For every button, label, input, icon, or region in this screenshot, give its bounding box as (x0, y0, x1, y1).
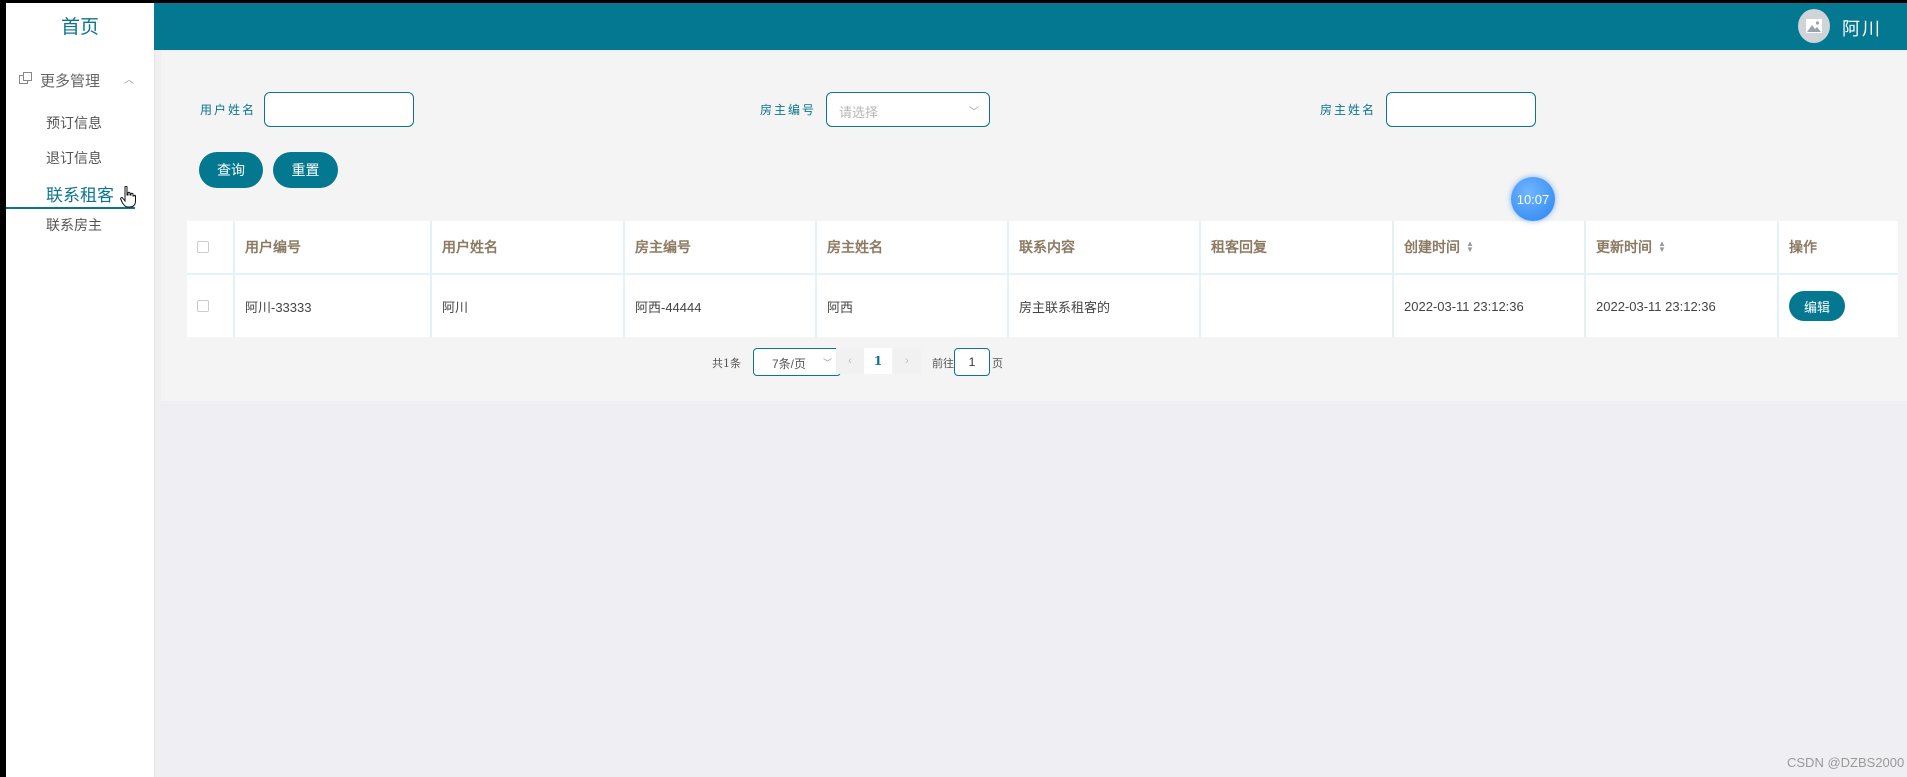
table-row-select (187, 275, 235, 337)
top-header: 阿川 (154, 3, 1907, 50)
goto-prefix: 前往 (932, 357, 954, 370)
cell-updated-time: 2022-03-11 23:12:36 (1586, 275, 1779, 337)
watermark: CSDN @DZBS2000 (1787, 755, 1905, 770)
user-name-label: 用户姓名 (200, 103, 257, 117)
cell-actions: 编辑 (1779, 275, 1898, 337)
col-owner-name: 房主姓名 (817, 221, 1009, 275)
col-user-name: 用户姓名 (432, 221, 625, 275)
cell-user-name: 阿川 (432, 275, 625, 337)
col-created-time[interactable]: 创建时间 ▲ ▼ (1394, 221, 1586, 275)
prev-page-button[interactable]: ‹ (836, 348, 864, 374)
owner-id-placeholder: 请选择 (839, 105, 879, 120)
cell-tenant-reply (1201, 275, 1394, 337)
sort-icon[interactable]: ▲ ▼ (1466, 240, 1474, 254)
chevron-down-icon: ﹀ (969, 107, 979, 118)
sidebar-item-booking-info[interactable]: 预订信息 (46, 113, 102, 133)
col-owner-id: 房主编号 (625, 221, 817, 275)
user-name-input[interactable] (264, 92, 414, 127)
username[interactable]: 阿川 (1842, 15, 1882, 41)
page-size-select[interactable]: 7条/页 ﹀ (753, 348, 841, 376)
menu-group-label: 更多管理 (40, 73, 101, 90)
reset-button[interactable]: 重置 (273, 152, 338, 188)
owner-id-label: 房主编号 (760, 103, 817, 117)
goto-page-input[interactable] (954, 348, 990, 376)
cell-owner-name: 阿西 (817, 275, 1009, 337)
sort-icon[interactable]: ▲ ▼ (1658, 240, 1666, 254)
col-contact-content: 联系内容 (1009, 221, 1201, 275)
col-updated-time[interactable]: 更新时间 ▲ ▼ (1586, 221, 1779, 275)
col-tenant-reply: 租客回复 (1201, 221, 1394, 275)
active-item-underline (6, 207, 135, 209)
goto-suffix: 页 (992, 357, 1003, 370)
data-table: 用户编号 用户姓名 房主编号 房主姓名 联系内容 租客回复 创建时间 ▲ ▼ 更新… (187, 221, 1898, 337)
cell-owner-id: 阿西-44444 (625, 275, 817, 337)
owner-name-label: 房主姓名 (1320, 103, 1377, 117)
avatar[interactable] (1798, 9, 1830, 43)
sidebar-item-contact-owner[interactable]: 联系房主 (46, 215, 102, 235)
image-icon (1806, 19, 1822, 33)
chevron-left-icon: ‹ (848, 355, 852, 367)
chevron-down-icon: ﹀ (822, 358, 832, 368)
query-button[interactable]: 查询 (199, 152, 263, 188)
pagination-total: 共1条 (712, 357, 741, 370)
cell-contact-content: 房主联系租客的 (1009, 275, 1201, 337)
cell-user-id: 阿川-33333 (235, 275, 432, 337)
table-header-select (187, 221, 235, 275)
page-number-current[interactable]: 1 (864, 348, 892, 374)
row-checkbox[interactable] (197, 300, 209, 312)
owner-id-select[interactable]: 请选择 ﹀ (826, 92, 990, 127)
floating-clock-widget[interactable]: 10:07 (1511, 177, 1555, 221)
col-actions: 操作 (1779, 221, 1898, 275)
chevron-up-icon: ︿ (124, 75, 134, 86)
col-created-time-label: 创建时间 (1404, 239, 1460, 255)
page-size-value: 7条/页 (772, 357, 807, 371)
copy-icon (19, 72, 32, 84)
sidebar-item-contact-tenant[interactable]: 联系租客 (46, 181, 114, 206)
home-link[interactable]: 首页 (6, 3, 154, 47)
sidebar-item-cancellation-info[interactable]: 退订信息 (46, 148, 102, 168)
edit-button[interactable]: 编辑 (1789, 291, 1845, 321)
select-all-checkbox[interactable] (197, 241, 209, 253)
chevron-right-icon: › (905, 355, 909, 367)
next-page-button[interactable]: › (893, 348, 921, 374)
pagination: 共1条 7条/页 ﹀ ‹ 1 › 前往 页 (161, 347, 1907, 377)
col-updated-time-label: 更新时间 (1596, 239, 1652, 255)
owner-name-input[interactable] (1386, 92, 1536, 127)
content-panel: 用户姓名 房主编号 请选择 ﹀ 房主姓名 查询 重置 用户编号 用户姓名 房主编… (161, 51, 1907, 401)
menu-group-more-management[interactable]: 更多管理 ︿ (6, 65, 154, 93)
col-user-id: 用户编号 (235, 221, 432, 275)
hand-cursor-icon (120, 186, 136, 208)
cell-created-time: 2022-03-11 23:12:36 (1394, 275, 1586, 337)
sidebar: 首页 更多管理 ︿ 预订信息 退订信息 联系租客 联系房主 (6, 3, 155, 777)
app-window: 首页 更多管理 ︿ 预订信息 退订信息 联系租客 联系房主 阿川 用户姓名 房主… (6, 3, 1907, 777)
